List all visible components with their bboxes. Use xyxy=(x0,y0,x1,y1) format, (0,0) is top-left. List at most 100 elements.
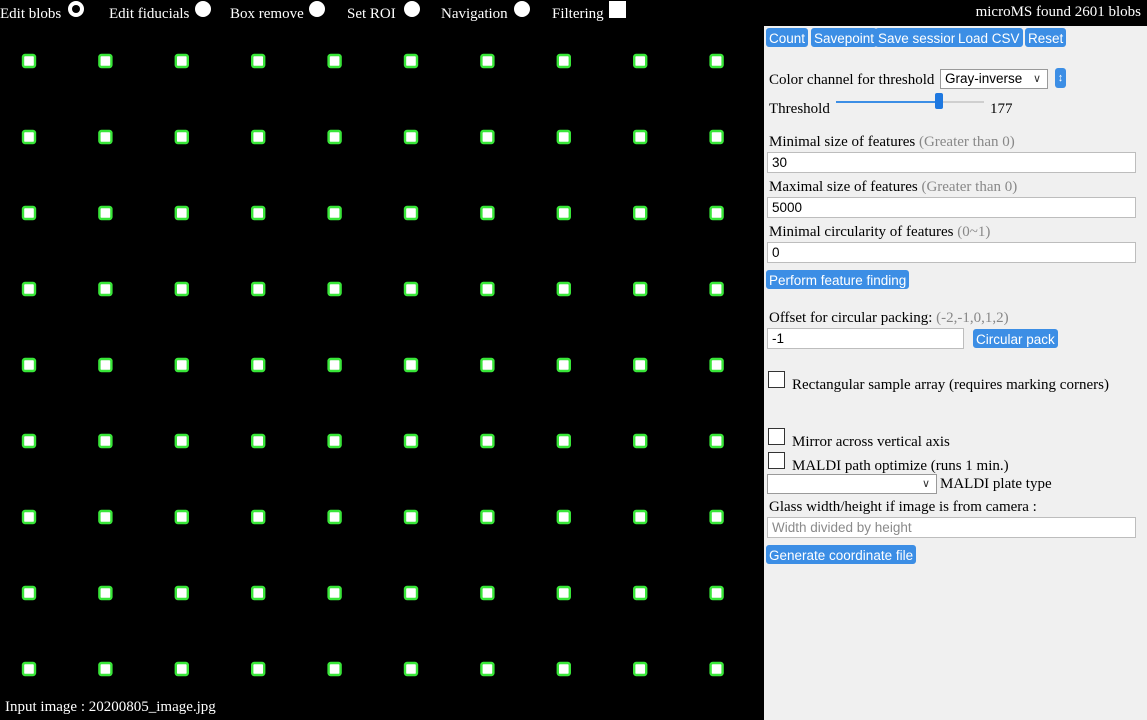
count-button[interactable]: Count xyxy=(766,28,809,47)
blob-marker[interactable] xyxy=(327,53,342,69)
blob-marker[interactable] xyxy=(98,281,113,297)
edit-fiducials-radio[interactable] xyxy=(195,1,211,17)
blob-marker[interactable] xyxy=(709,509,724,525)
blob-marker[interactable] xyxy=(21,205,37,221)
blob-marker[interactable] xyxy=(480,205,495,221)
blob-marker[interactable] xyxy=(403,661,419,677)
glass-ratio-input[interactable]: Width divided by height xyxy=(767,517,1136,538)
blob-marker[interactable] xyxy=(709,53,724,69)
blob-marker[interactable] xyxy=(556,53,571,69)
blob-marker[interactable] xyxy=(480,585,495,601)
blob-marker[interactable] xyxy=(403,509,419,525)
blob-marker[interactable] xyxy=(633,509,648,525)
mode-navigation[interactable]: Navigation xyxy=(441,0,508,26)
blob-marker[interactable] xyxy=(327,509,342,525)
blob-marker[interactable] xyxy=(633,661,648,677)
blob-marker[interactable] xyxy=(556,205,571,221)
blob-marker[interactable] xyxy=(633,585,648,601)
edit-blobs-radio[interactable] xyxy=(68,1,84,17)
blob-marker[interactable] xyxy=(709,661,724,677)
threshold-slider-thumb[interactable] xyxy=(934,93,943,109)
blob-marker[interactable] xyxy=(480,281,495,297)
blob-marker[interactable] xyxy=(21,585,37,601)
blob-marker[interactable] xyxy=(250,509,266,525)
blob-marker[interactable] xyxy=(98,129,113,145)
blob-marker[interactable] xyxy=(556,509,571,525)
load-csv-button[interactable]: Load CSV xyxy=(955,28,1023,47)
blob-marker[interactable] xyxy=(403,433,419,449)
blob-marker[interactable] xyxy=(709,357,724,373)
blob-marker[interactable] xyxy=(21,433,37,449)
save-session-button[interactable]: Save session xyxy=(875,28,962,47)
blob-marker[interactable] xyxy=(250,53,266,69)
blob-marker[interactable] xyxy=(174,585,190,601)
blob-marker[interactable] xyxy=(480,433,495,449)
blob-marker[interactable] xyxy=(174,357,190,373)
blob-marker[interactable] xyxy=(709,585,724,601)
blob-marker[interactable] xyxy=(556,129,571,145)
maldi-optimize-checkbox[interactable] xyxy=(768,452,785,469)
maldi-plate-select[interactable]: ∨ xyxy=(767,474,937,494)
blob-marker[interactable] xyxy=(556,281,571,297)
image-canvas[interactable]: Edit blobs Edit fiducials Box remove Set… xyxy=(0,0,764,720)
blob-marker[interactable] xyxy=(98,509,113,525)
filtering-checkbox[interactable] xyxy=(609,1,626,18)
blob-marker[interactable] xyxy=(327,205,342,221)
blob-marker[interactable] xyxy=(709,433,724,449)
blob-marker[interactable] xyxy=(403,205,419,221)
circular-pack-button[interactable]: Circular pack xyxy=(973,329,1058,348)
blob-marker[interactable] xyxy=(174,205,190,221)
blob-marker[interactable] xyxy=(556,585,571,601)
blob-marker[interactable] xyxy=(174,433,190,449)
color-channel-select[interactable]: Gray-inverse ∨ xyxy=(940,69,1048,89)
blob-marker[interactable] xyxy=(403,53,419,69)
blob-marker[interactable] xyxy=(21,509,37,525)
mode-box-remove[interactable]: Box remove xyxy=(230,0,304,26)
mode-set-roi[interactable]: Set ROI xyxy=(347,0,396,26)
blob-marker[interactable] xyxy=(174,509,190,525)
blob-marker[interactable] xyxy=(556,357,571,373)
blob-marker[interactable] xyxy=(327,281,342,297)
blob-marker[interactable] xyxy=(633,53,648,69)
box-remove-radio[interactable] xyxy=(309,1,325,17)
mirror-checkbox[interactable] xyxy=(768,428,785,445)
blob-marker[interactable] xyxy=(480,53,495,69)
blob-grid[interactable] xyxy=(0,0,764,720)
blob-marker[interactable] xyxy=(250,281,266,297)
blob-marker[interactable] xyxy=(174,53,190,69)
mode-edit-blobs[interactable]: Edit blobs xyxy=(0,0,61,26)
blob-marker[interactable] xyxy=(250,357,266,373)
blob-marker[interactable] xyxy=(327,585,342,601)
blob-marker[interactable] xyxy=(250,129,266,145)
blob-marker[interactable] xyxy=(21,129,37,145)
reset-button[interactable]: Reset xyxy=(1025,28,1067,47)
set-roi-radio[interactable] xyxy=(404,1,420,17)
blob-marker[interactable] xyxy=(174,281,190,297)
blob-marker[interactable] xyxy=(403,281,419,297)
blob-marker[interactable] xyxy=(480,357,495,373)
blob-marker[interactable] xyxy=(633,205,648,221)
up-down-arrow-icon[interactable]: ↕ xyxy=(1055,68,1066,88)
generate-coordinate-file-button[interactable]: Generate coordinate file xyxy=(766,545,917,564)
navigation-radio[interactable] xyxy=(514,1,530,17)
blob-marker[interactable] xyxy=(633,129,648,145)
circularity-input[interactable]: 0 xyxy=(767,242,1136,263)
blob-marker[interactable] xyxy=(98,205,113,221)
blob-marker[interactable] xyxy=(174,129,190,145)
blob-marker[interactable] xyxy=(21,661,37,677)
blob-marker[interactable] xyxy=(98,357,113,373)
savepoint-button[interactable]: Savepoint xyxy=(811,28,878,47)
blob-marker[interactable] xyxy=(556,661,571,677)
blob-marker[interactable] xyxy=(556,433,571,449)
blob-marker[interactable] xyxy=(327,433,342,449)
blob-marker[interactable] xyxy=(250,585,266,601)
blob-marker[interactable] xyxy=(250,433,266,449)
blob-marker[interactable] xyxy=(480,129,495,145)
blob-marker[interactable] xyxy=(633,433,648,449)
blob-marker[interactable] xyxy=(709,281,724,297)
blob-marker[interactable] xyxy=(709,129,724,145)
blob-marker[interactable] xyxy=(98,661,113,677)
blob-marker[interactable] xyxy=(403,585,419,601)
rectangular-array-checkbox[interactable] xyxy=(768,371,785,388)
mode-edit-fiducials[interactable]: Edit fiducials xyxy=(109,0,189,26)
